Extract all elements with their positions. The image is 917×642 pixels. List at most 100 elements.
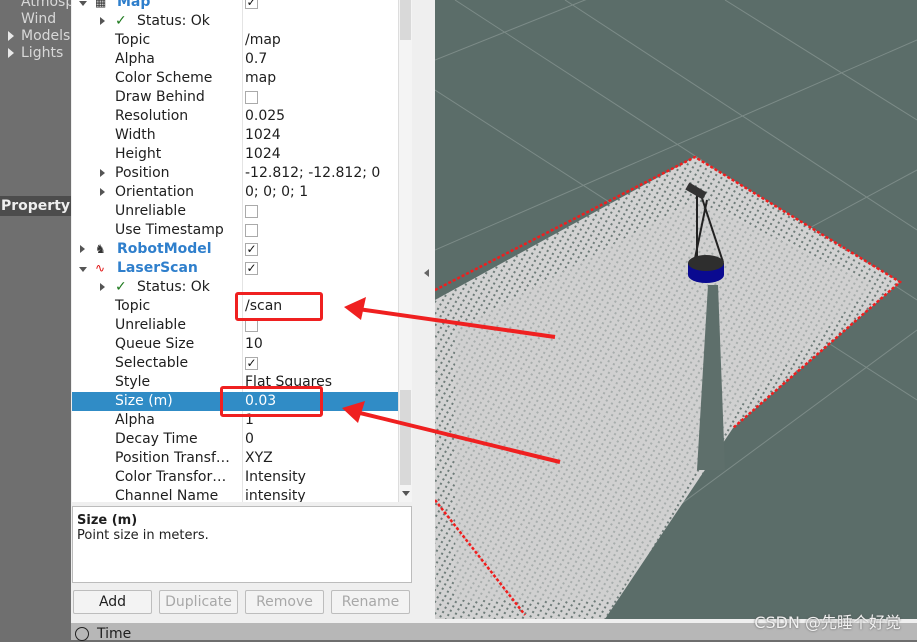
expand-arrow-icon[interactable] xyxy=(100,169,105,177)
property-value[interactable]: -12.812; -12.812; 0 xyxy=(245,164,380,183)
expand-arrow-icon[interactable] xyxy=(80,245,85,253)
display-row-robotmodel[interactable]: ♞ RobotModel ✓ xyxy=(72,240,398,259)
description-text: Point size in meters. xyxy=(77,528,209,543)
property-value[interactable]: 0 xyxy=(245,430,254,449)
property-row[interactable]: ✓ Status: Ok xyxy=(72,12,398,31)
checkmark-icon: ✓ xyxy=(115,13,127,29)
left-panel: Atmosp Wind Models Lights Property xyxy=(0,0,74,640)
expand-arrow-icon[interactable] xyxy=(100,188,105,196)
property-value[interactable]: intensity xyxy=(245,487,306,502)
display-row-map[interactable]: ▦ Map ✓ xyxy=(72,0,398,12)
property-row[interactable]: Decay Time 0 xyxy=(72,430,398,449)
checkmark-icon: ✓ xyxy=(115,279,127,295)
enabled-checkbox[interactable]: ✓ xyxy=(245,262,258,275)
property-name: Alpha xyxy=(115,51,155,67)
property-value[interactable]: 1024 xyxy=(245,126,281,145)
collapse-arrow-icon[interactable] xyxy=(79,267,87,272)
property-row[interactable]: Color Scheme map xyxy=(72,69,398,88)
expand-arrow-icon[interactable] xyxy=(100,283,105,291)
status-label: Status: Ok xyxy=(137,279,210,295)
property-value[interactable]: /map xyxy=(245,31,281,50)
property-checkbox[interactable] xyxy=(245,91,258,104)
status-label: Status: Ok xyxy=(137,13,210,29)
property-header: Property xyxy=(0,196,71,216)
property-name: Color Scheme xyxy=(115,70,213,86)
property-row[interactable]: Width 1024 xyxy=(72,126,398,145)
collapse-arrow-icon[interactable] xyxy=(79,1,87,6)
property-name: Topic xyxy=(115,32,151,48)
property-description: Size (m) Point size in meters. xyxy=(72,506,412,583)
clock-icon xyxy=(75,627,89,641)
property-name: Unreliable xyxy=(115,317,186,333)
vertical-scrollbar[interactable] xyxy=(398,0,412,502)
property-name: Position xyxy=(115,165,170,181)
property-row[interactable]: Use Timestamp xyxy=(72,221,398,240)
tree-item-atmosphere[interactable]: Atmosp xyxy=(21,0,74,10)
property-row[interactable]: Position -12.812; -12.812; 0 xyxy=(72,164,398,183)
property-row[interactable]: Resolution 0.025 xyxy=(72,107,398,126)
robot-model-icon: ♞ xyxy=(95,242,106,256)
property-name: Alpha xyxy=(115,412,155,428)
tree-item-models[interactable]: Models xyxy=(21,28,70,44)
add-button[interactable]: Add xyxy=(73,590,152,614)
property-value[interactable]: 0; 0; 0; 1 xyxy=(245,183,308,202)
property-name: Width xyxy=(115,127,156,143)
map-grid-icon: ▦ xyxy=(95,0,107,9)
property-row[interactable]: Alpha 0.7 xyxy=(72,50,398,69)
property-checkbox[interactable]: ✓ xyxy=(245,357,258,370)
property-tree: ▦ Map ✓ ✓ Status: Ok Topic/map Alpha 0.7 Color S… xyxy=(72,0,398,502)
expand-arrow-icon[interactable] xyxy=(8,31,14,41)
expand-arrow-icon[interactable] xyxy=(100,17,105,25)
property-row[interactable]: Height 1024 xyxy=(72,145,398,164)
property-value[interactable]: XYZ xyxy=(245,449,273,468)
property-name: Color Transfor… xyxy=(115,469,227,485)
enabled-checkbox[interactable]: ✓ xyxy=(245,243,258,256)
property-name: Unreliable xyxy=(115,203,186,219)
property-value[interactable]: 10 xyxy=(245,335,263,354)
property-value[interactable]: 1024 xyxy=(245,145,281,164)
property-row[interactable]: Draw Behind xyxy=(72,88,398,107)
display-name: Map xyxy=(117,0,151,10)
property-name: Decay Time xyxy=(115,431,198,447)
property-name: Channel Name xyxy=(115,488,219,502)
scroll-down-arrow-icon[interactable] xyxy=(402,491,410,496)
property-name: Height xyxy=(115,146,162,162)
property-name: Selectable xyxy=(115,355,189,371)
3d-viewport[interactable] xyxy=(434,0,917,620)
property-value[interactable]: map xyxy=(245,69,276,88)
rename-button[interactable]: Rename xyxy=(331,590,410,614)
property-value[interactable]: 0.7 xyxy=(245,50,267,69)
scrollbar-track-segment[interactable] xyxy=(400,0,411,40)
scrollbar-thumb[interactable] xyxy=(400,390,411,485)
property-row[interactable]: Unreliable xyxy=(72,202,398,221)
property-row[interactable]: Position Transf… XYZ xyxy=(72,449,398,468)
remove-button[interactable]: Remove xyxy=(245,590,324,614)
property-name: Draw Behind xyxy=(115,89,205,105)
property-value[interactable]: 0.025 xyxy=(245,107,285,126)
property-name: Queue Size xyxy=(115,336,195,352)
property-name: Topic xyxy=(115,298,151,314)
property-checkbox[interactable] xyxy=(245,205,258,218)
annotation-box-size xyxy=(220,386,323,417)
scene-render xyxy=(434,0,917,620)
property-name: Position Transf… xyxy=(115,450,230,466)
watermark: CSDN @先睡个好觉 xyxy=(754,613,901,632)
property-row[interactable]: Topic/map xyxy=(72,31,398,50)
expand-arrow-icon[interactable] xyxy=(8,48,14,58)
property-row[interactable]: Channel Name intensity xyxy=(72,487,398,502)
panel-splitter[interactable] xyxy=(412,0,435,619)
collapse-arrow-icon[interactable] xyxy=(424,269,429,277)
duplicate-button[interactable]: Duplicate xyxy=(159,590,238,614)
property-value[interactable]: Intensity xyxy=(245,468,306,487)
enabled-checkbox[interactable]: ✓ xyxy=(245,0,258,9)
display-row-laserscan[interactable]: ∿ LaserScan ✓ xyxy=(72,259,398,278)
property-row[interactable]: Selectable ✓ xyxy=(72,354,398,373)
property-row[interactable]: Color Transfor… Intensity xyxy=(72,468,398,487)
laser-scan-icon: ∿ xyxy=(95,261,106,275)
property-checkbox[interactable] xyxy=(245,224,258,237)
tree-item-lights[interactable]: Lights xyxy=(21,45,63,61)
tree-item-wind[interactable]: Wind xyxy=(21,11,56,27)
property-row[interactable]: Queue Size 10 xyxy=(72,335,398,354)
property-row[interactable]: Orientation 0; 0; 0; 1 xyxy=(72,183,398,202)
property-name: Style xyxy=(115,374,151,390)
